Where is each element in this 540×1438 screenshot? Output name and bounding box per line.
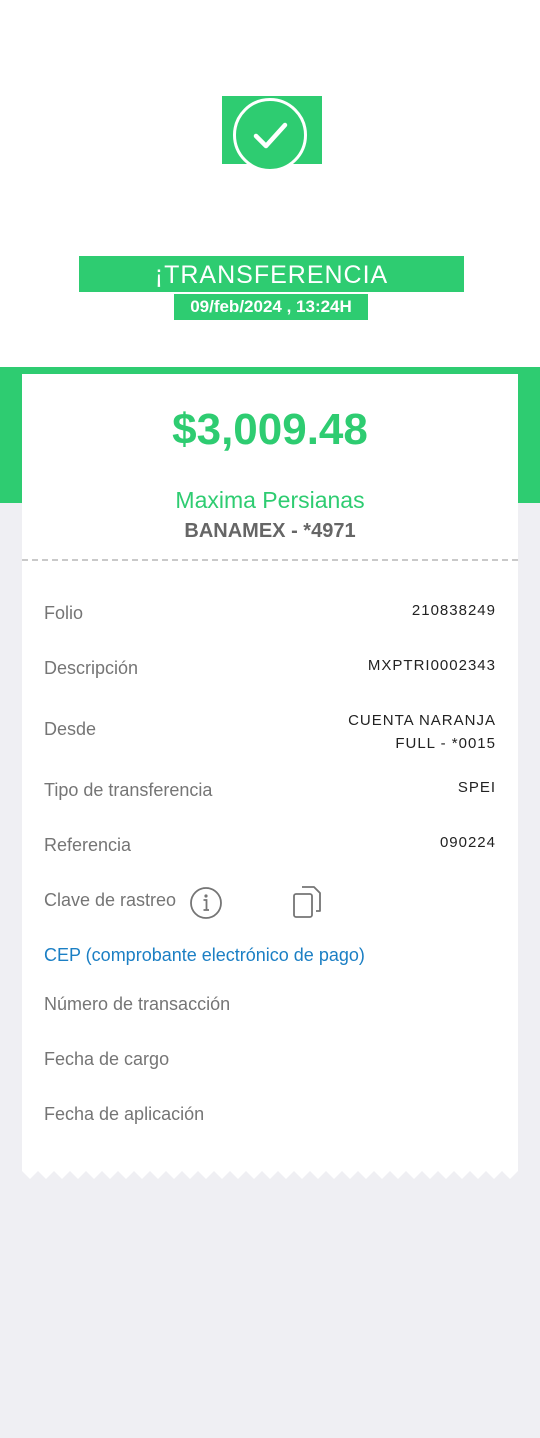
check-circle-icon: [233, 98, 307, 172]
folio-label: Folio: [44, 603, 84, 623]
source-account-label: Desde: [44, 719, 97, 739]
description-value: MXPTRI0002343: [367, 657, 496, 674]
transaction-number-label: Número de transacción: [44, 994, 231, 1014]
transfer-amount: $3,009.48: [172, 405, 368, 454]
tracking-key-label: Clave de rastreo: [44, 890, 177, 910]
transfer-type-value: SPEI: [457, 779, 496, 796]
info-icon[interactable]: [189, 886, 223, 920]
description-label: Descripción: [44, 658, 139, 678]
source-account-line-2: FULL - *0015: [395, 735, 496, 752]
transfer-datetime: 09/feb/2024 , 13:24H: [190, 297, 352, 316]
folio-value: 210838249: [411, 602, 496, 619]
recipient-bank: BANAMEX - *4971: [184, 520, 356, 542]
divider: [22, 559, 518, 561]
copy-icon[interactable]: [292, 884, 322, 920]
receipt-zigzag-edge: [22, 1165, 518, 1179]
source-account-line-1: CUENTA NARANJA: [348, 712, 496, 729]
application-date-label: Fecha de aplicación: [44, 1104, 205, 1124]
cep-link[interactable]: CEP (comprobante electrónico de pago): [44, 942, 365, 968]
transfer-type-label: Tipo de transferencia: [44, 780, 213, 800]
recipient-name: Maxima Persianas: [175, 487, 365, 513]
reference-value: 090224: [439, 834, 496, 851]
reference-label: Referencia: [44, 835, 132, 855]
charge-date-label: Fecha de cargo: [44, 1049, 170, 1069]
